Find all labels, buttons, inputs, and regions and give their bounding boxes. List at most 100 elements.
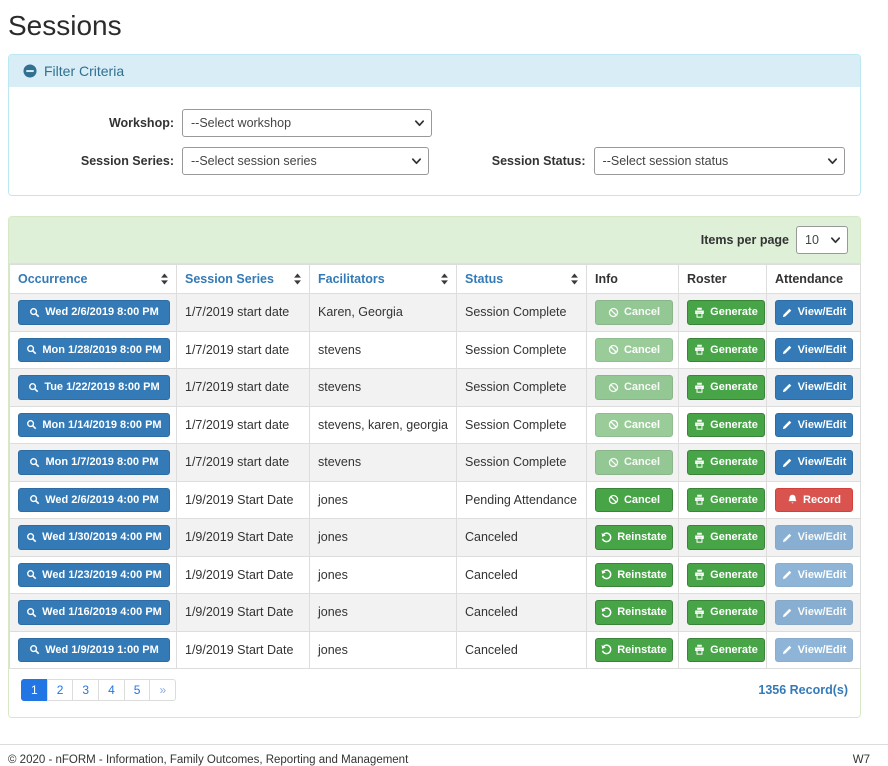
column-header-status[interactable]: Status: [457, 265, 587, 294]
occurrence-button[interactable]: Wed 1/30/2019 4:00 PM: [18, 525, 170, 550]
column-header-occurrence[interactable]: Occurrence: [10, 265, 177, 294]
column-header-info: Info: [587, 265, 679, 294]
filter-criteria-title: Filter Criteria: [44, 63, 124, 79]
workshop-select[interactable]: --Select workshop: [182, 109, 432, 137]
session-series-cell: 1/7/2019 start date: [177, 406, 310, 444]
page-button-5[interactable]: 5: [125, 679, 151, 701]
page-button-3[interactable]: 3: [73, 679, 99, 701]
page-title: Sessions: [8, 10, 861, 42]
sort-icon[interactable]: [293, 273, 302, 285]
session-series-cell: 1/7/2019 start date: [177, 294, 310, 332]
page-footer: © 2020 - nFORM - Information, Family Out…: [0, 745, 888, 766]
occurrence-button[interactable]: Mon 1/14/2019 8:00 PM: [18, 413, 170, 438]
pencil-icon: [782, 644, 793, 655]
occurrence-button[interactable]: Wed 1/16/2019 4:00 PM: [18, 600, 170, 625]
info-action-button[interactable]: Cancel: [595, 300, 673, 325]
items-per-page-select[interactable]: 10: [796, 226, 848, 254]
info-action-button[interactable]: Cancel: [595, 338, 673, 363]
filter-criteria-panel: Filter Criteria Workshop: --Select works…: [8, 54, 861, 196]
status-cell: Canceled: [457, 594, 587, 632]
info-action-button[interactable]: Reinstate: [595, 638, 673, 663]
occurrence-button[interactable]: Wed 1/23/2019 4:00 PM: [18, 563, 170, 588]
table-row: Wed 2/6/2019 8:00 PM 1/7/2019 start date…: [10, 294, 861, 332]
roster-generate-button[interactable]: Generate: [687, 375, 765, 400]
attendance-action-button[interactable]: View/Edit: [775, 300, 853, 325]
pencil-icon: [782, 419, 793, 430]
facilitators-cell: jones: [310, 481, 457, 519]
facilitators-cell: jones: [310, 631, 457, 669]
table-toolbar: Items per page 10: [9, 217, 860, 264]
occurrence-button[interactable]: Wed 2/6/2019 4:00 PM: [18, 488, 170, 513]
info-action-button[interactable]: Cancel: [595, 375, 673, 400]
occurrence-button[interactable]: Wed 1/9/2019 1:00 PM: [18, 638, 170, 663]
column-header-attendance: Attendance: [767, 265, 861, 294]
occurrence-button[interactable]: Wed 2/6/2019 8:00 PM: [18, 300, 170, 325]
sort-icon[interactable]: [570, 273, 579, 285]
table-row: Mon 1/14/2019 8:00 PM 1/7/2019 start dat…: [10, 406, 861, 444]
attendance-action-button[interactable]: View/Edit: [775, 450, 853, 475]
page-button-2[interactable]: 2: [48, 679, 74, 701]
attendance-action-button[interactable]: View/Edit: [775, 638, 853, 663]
occurrence-button[interactable]: Mon 1/28/2019 8:00 PM: [18, 338, 170, 363]
ban-icon: [608, 307, 619, 318]
status-cell: Session Complete: [457, 444, 587, 482]
undo-icon: [601, 569, 612, 580]
roster-generate-button[interactable]: Generate: [687, 338, 765, 363]
roster-generate-button[interactable]: Generate: [687, 488, 765, 513]
attendance-action-button[interactable]: View/Edit: [775, 338, 853, 363]
attendance-action-button[interactable]: View/Edit: [775, 375, 853, 400]
attendance-action-button[interactable]: Record: [775, 488, 853, 513]
print-icon: [694, 344, 705, 355]
column-header-facilitators[interactable]: Facilitators: [310, 265, 457, 294]
session-series-cell: 1/9/2019 Start Date: [177, 631, 310, 669]
pagination: 1 2 3 4 5 »: [21, 679, 176, 701]
facilitators-cell: stevens, karen, georgia: [310, 406, 457, 444]
collapse-minus-icon[interactable]: [23, 64, 37, 78]
sort-icon[interactable]: [440, 273, 449, 285]
facilitators-cell: jones: [310, 519, 457, 557]
session-series-cell: 1/9/2019 Start Date: [177, 481, 310, 519]
session-status-select[interactable]: --Select session status: [594, 147, 845, 175]
attendance-action-button[interactable]: View/Edit: [775, 563, 853, 588]
table-header-row: Occurrence Session Series Facilitators S…: [10, 265, 861, 294]
page-next-button[interactable]: »: [150, 679, 176, 701]
status-cell: Canceled: [457, 556, 587, 594]
info-action-button[interactable]: Cancel: [595, 488, 673, 513]
info-action-button[interactable]: Cancel: [595, 450, 673, 475]
undo-icon: [601, 607, 612, 618]
roster-generate-button[interactable]: Generate: [687, 413, 765, 438]
session-series-select[interactable]: --Select session series: [182, 147, 429, 175]
filter-criteria-body: Workshop: --Select workshop Session Seri…: [9, 87, 860, 195]
column-header-session-series[interactable]: Session Series: [177, 265, 310, 294]
info-action-button[interactable]: Reinstate: [595, 525, 673, 550]
status-cell: Canceled: [457, 519, 587, 557]
items-per-page-label: Items per page: [701, 233, 789, 247]
sort-icon[interactable]: [160, 273, 169, 285]
bell-icon: [787, 494, 798, 505]
attendance-action-button[interactable]: View/Edit: [775, 525, 853, 550]
session-series-cell: 1/9/2019 Start Date: [177, 594, 310, 632]
attendance-action-button[interactable]: View/Edit: [775, 413, 853, 438]
attendance-action-button[interactable]: View/Edit: [775, 600, 853, 625]
search-icon: [29, 644, 40, 655]
occurrence-button[interactable]: Mon 1/7/2019 8:00 PM: [18, 450, 170, 475]
page-button-1[interactable]: 1: [21, 679, 48, 701]
roster-generate-button[interactable]: Generate: [687, 450, 765, 475]
environment-label: W7: [853, 754, 870, 766]
search-icon: [29, 307, 40, 318]
roster-generate-button[interactable]: Generate: [687, 600, 765, 625]
session-series-cell: 1/9/2019 Start Date: [177, 556, 310, 594]
search-icon: [26, 569, 37, 580]
filter-criteria-header[interactable]: Filter Criteria: [9, 55, 860, 87]
roster-generate-button[interactable]: Generate: [687, 525, 765, 550]
info-action-button[interactable]: Cancel: [595, 413, 673, 438]
info-action-button[interactable]: Reinstate: [595, 563, 673, 588]
ban-icon: [608, 457, 619, 468]
info-action-button[interactable]: Reinstate: [595, 600, 673, 625]
page-button-4[interactable]: 4: [99, 679, 125, 701]
roster-generate-button[interactable]: Generate: [687, 300, 765, 325]
roster-generate-button[interactable]: Generate: [687, 638, 765, 663]
occurrence-button[interactable]: Tue 1/22/2019 8:00 PM: [18, 375, 170, 400]
roster-generate-button[interactable]: Generate: [687, 563, 765, 588]
pencil-icon: [782, 457, 793, 468]
